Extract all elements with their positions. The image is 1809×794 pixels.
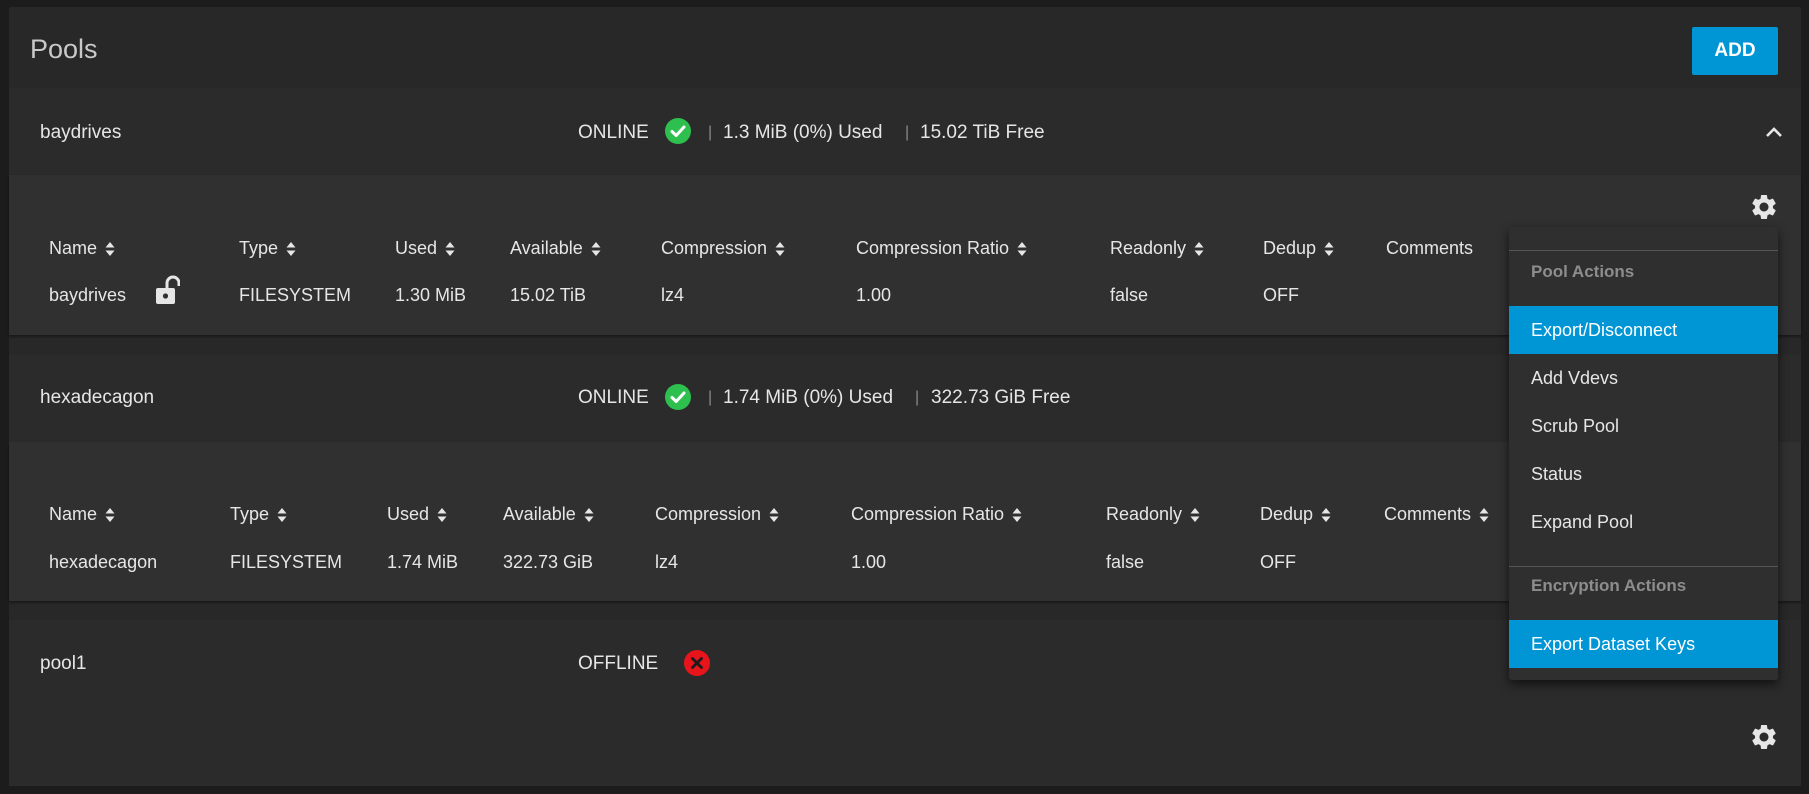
cell-used: 1.30 MiB (395, 285, 467, 305)
add-pool-button[interactable]: ADD (1692, 27, 1778, 75)
pool-used: 1.74 MiB (0%) Used (723, 387, 894, 408)
pool-used: 1.3 MiB (0%) Used (723, 122, 883, 143)
col-header-name[interactable]: Name (49, 504, 115, 525)
cell-compression: lz4 (661, 285, 685, 305)
separator: | (708, 124, 713, 141)
sort-icon (1017, 242, 1027, 257)
col-header-compression-ratio[interactable]: Compression Ratio (856, 238, 1027, 259)
col-header-name[interactable]: Name (49, 238, 115, 259)
pool-status: OFFLINE (578, 653, 659, 674)
pool-header-baydrives[interactable]: baydrives ONLINE | 1.3 MiB (0%) Used | 1… (9, 88, 1801, 175)
sort-icon (591, 242, 601, 257)
cell-available: 322.73 GiB (503, 552, 594, 572)
sort-icon (775, 242, 785, 257)
col-header-available[interactable]: Available (510, 238, 601, 259)
pool-status: ONLINE (578, 122, 649, 143)
pool-datasets-pool1 (9, 707, 1801, 786)
sort-icon (105, 508, 115, 523)
menu-header-encryption-actions: Encryption Actions (1531, 576, 1687, 595)
separator: | (915, 389, 920, 406)
check-circle-icon (665, 118, 691, 144)
pool-status: ONLINE (578, 387, 649, 408)
col-header-comments[interactable]: Comments (1384, 504, 1489, 525)
pool-name: hexadecagon (40, 387, 155, 408)
cell-dedup: OFF (1260, 552, 1296, 572)
col-header-type[interactable]: Type (239, 238, 296, 259)
check-circle-icon (665, 384, 691, 410)
cell-type: FILESYSTEM (230, 552, 343, 572)
cell-readonly: false (1106, 552, 1145, 572)
gear-icon[interactable] (1749, 722, 1779, 752)
menu-divider (1509, 566, 1778, 567)
menu-divider (1509, 250, 1778, 251)
pool-name: pool1 (40, 653, 87, 674)
gear-icon[interactable] (1749, 192, 1779, 222)
col-header-type[interactable]: Type (230, 504, 287, 525)
col-header-compression[interactable]: Compression (655, 504, 779, 525)
sort-icon (1194, 242, 1204, 257)
sort-icon (584, 508, 594, 523)
cell-name: hexadecagon (49, 552, 158, 572)
col-header-compression[interactable]: Compression (661, 238, 785, 259)
col-header-available[interactable]: Available (503, 504, 594, 525)
sort-icon (1012, 508, 1022, 523)
sort-icon (445, 242, 455, 257)
sort-icon (105, 242, 115, 257)
col-header-readonly[interactable]: Readonly (1106, 504, 1200, 525)
sort-icon (286, 242, 296, 257)
sort-icon (769, 508, 779, 523)
cell-type: FILESYSTEM (239, 285, 352, 305)
sort-icon (1479, 508, 1489, 523)
cell-dedup: OFF (1263, 285, 1299, 305)
cell-used: 1.74 MiB (387, 552, 459, 572)
pool-free: 322.73 GiB Free (931, 387, 1071, 408)
menu-item-expand-pool[interactable]: Expand Pool (1509, 498, 1778, 546)
pool-free: 15.02 TiB Free (920, 122, 1045, 143)
menu-header-pool-actions: Pool Actions (1531, 262, 1635, 281)
menu-item-export-disconnect[interactable]: Export/Disconnect (1509, 306, 1778, 354)
chevron-up-icon[interactable] (1763, 121, 1785, 143)
cell-name: baydrives (49, 285, 127, 305)
cell-compression-ratio: 1.00 (856, 285, 892, 305)
col-header-used[interactable]: Used (387, 504, 447, 525)
sort-icon (1321, 508, 1331, 523)
sort-icon (277, 508, 287, 523)
cell-compression: lz4 (655, 552, 679, 572)
page-title: Pools (30, 34, 98, 64)
cell-readonly: false (1110, 285, 1149, 305)
menu-item-scrub-pool[interactable]: Scrub Pool (1509, 402, 1778, 450)
menu-item-add-vdevs[interactable]: Add Vdevs (1509, 354, 1778, 402)
sort-icon (1190, 508, 1200, 523)
col-header-dedup[interactable]: Dedup (1263, 238, 1334, 259)
separator: | (708, 389, 713, 406)
col-header-readonly[interactable]: Readonly (1110, 238, 1204, 259)
menu-item-export-dataset-keys[interactable]: Export Dataset Keys (1509, 620, 1778, 668)
menu-item-status[interactable]: Status (1509, 450, 1778, 498)
pool-actions-menu: Pool Actions Export/Disconnect Add Vdevs… (1509, 227, 1778, 680)
col-header-comments[interactable]: Comments (1386, 238, 1473, 259)
unlock-icon[interactable] (154, 275, 180, 305)
col-header-compression-ratio[interactable]: Compression Ratio (851, 504, 1022, 525)
cell-compression-ratio: 1.00 (851, 552, 887, 572)
col-header-used[interactable]: Used (395, 238, 455, 259)
pool-name: baydrives (40, 122, 122, 143)
error-circle-icon (684, 650, 710, 676)
col-header-dedup[interactable]: Dedup (1260, 504, 1331, 525)
sort-icon (437, 508, 447, 523)
separator: | (905, 124, 910, 141)
cell-available: 15.02 TiB (510, 285, 587, 305)
sort-icon (1324, 242, 1334, 257)
